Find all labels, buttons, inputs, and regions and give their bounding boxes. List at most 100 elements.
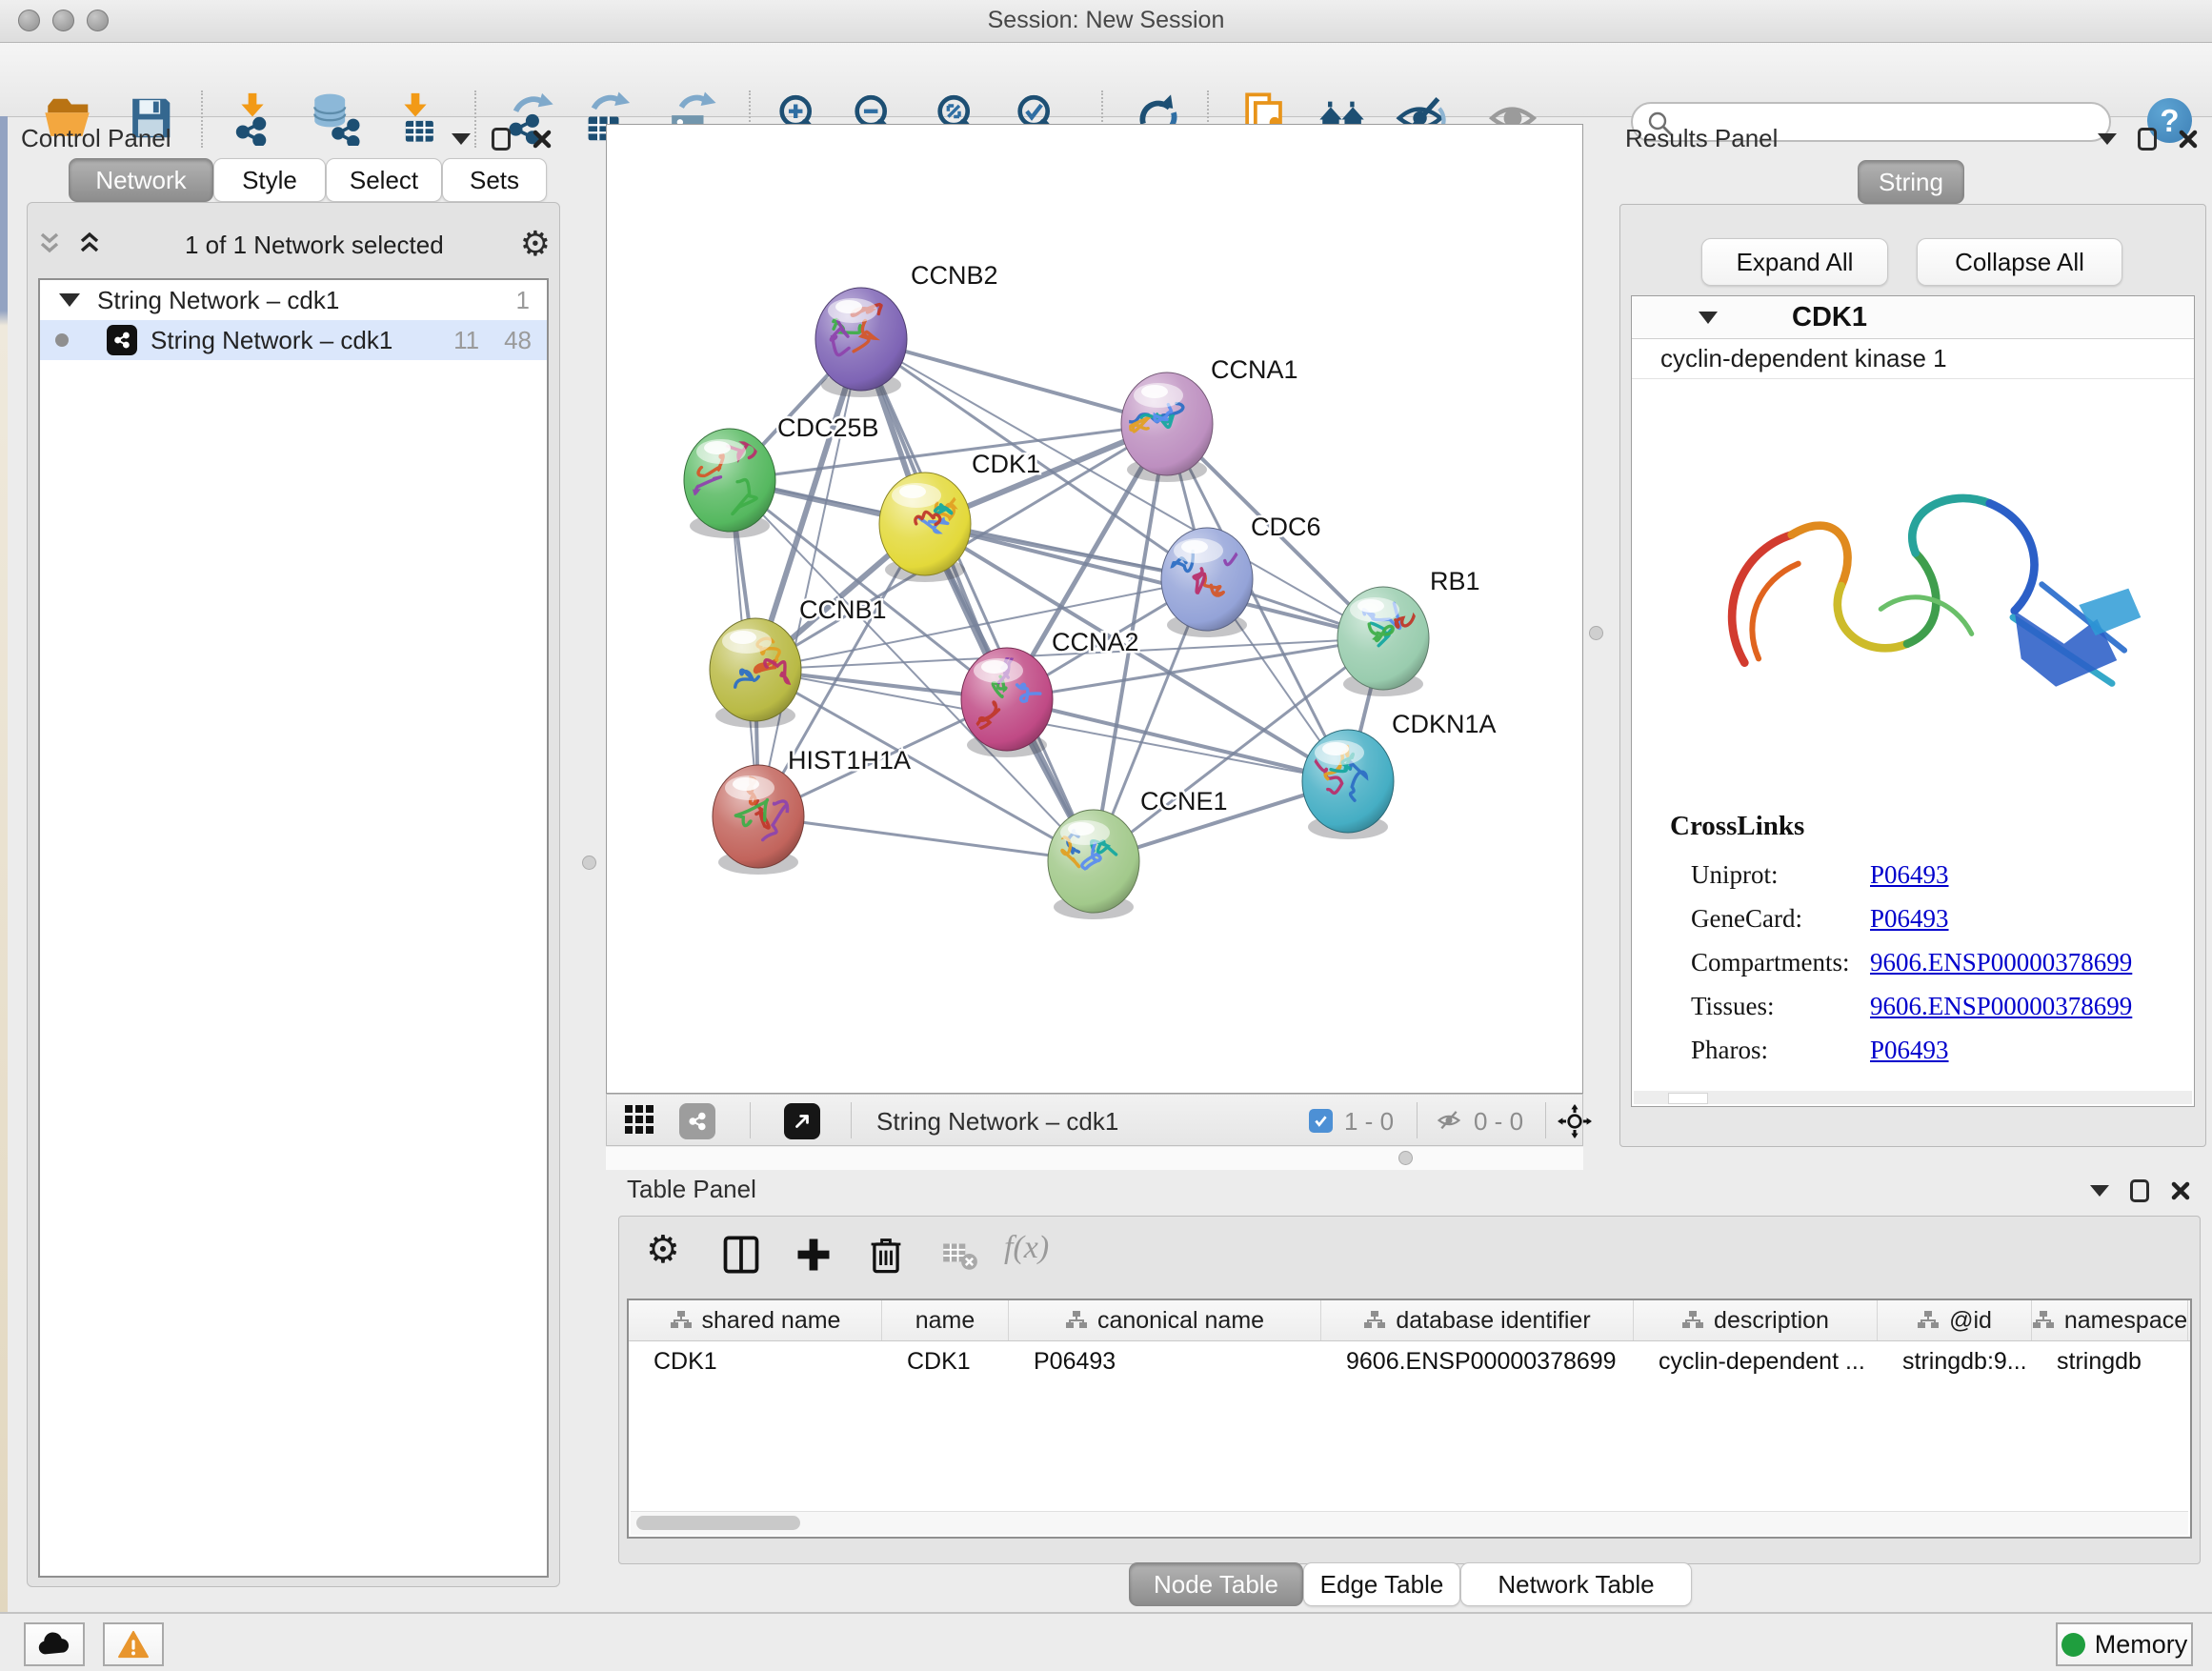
- network-node-ccna1[interactable]: [1121, 372, 1213, 482]
- separator: [750, 1102, 751, 1138]
- network-node-hist1h1a[interactable]: [713, 765, 804, 875]
- network-node-cdc25b[interactable]: [678, 429, 775, 538]
- column-header-namespace[interactable]: namespace: [2032, 1300, 2188, 1340]
- results-panel: Results Panel String Expand All Collapse…: [1608, 116, 2212, 1151]
- collapse-all-button[interactable]: Collapse All: [1917, 238, 2122, 286]
- cloud-button[interactable]: [24, 1622, 85, 1666]
- crosslink-link[interactable]: 9606.ENSP00000378699: [1870, 992, 2132, 1021]
- birds-eye-view-icon[interactable]: [623, 1103, 655, 1136]
- network-node-cdc6[interactable]: [1161, 528, 1258, 637]
- network-node-ccnb2[interactable]: [815, 288, 907, 397]
- network-edge[interactable]: [758, 816, 1094, 861]
- crosslink-link[interactable]: P06493: [1870, 1036, 1949, 1065]
- network-node-rb1[interactable]: [1337, 587, 1429, 696]
- network-view[interactable]: CCNB2CCNA1CDC25BCDK1CDC6RB1CCNB1CCNA2CDK…: [606, 124, 1583, 1094]
- horizontal-splitter[interactable]: [606, 1147, 1583, 1170]
- tab-string[interactable]: String: [1858, 160, 1964, 204]
- close-panel-icon[interactable]: [2170, 1180, 2191, 1201]
- table-header-row: shared namenamecanonical namedatabase id…: [629, 1300, 2190, 1341]
- bottom-splitter-handle[interactable]: [1398, 1151, 1413, 1165]
- result-gene-name: CDK1: [1792, 302, 1867, 333]
- network-collection-row[interactable]: String Network – cdk1 1: [40, 280, 547, 320]
- crosslink-row: Tissues:9606.ENSP00000378699: [1691, 984, 2175, 1028]
- panel-menu-icon[interactable]: [2098, 133, 2117, 145]
- table-panel: Table Panel ⚙ f(x) shared namenamecanoni…: [606, 1170, 2212, 1612]
- network-node-cdkn1a[interactable]: [1302, 730, 1394, 839]
- column-header-description[interactable]: description: [1634, 1300, 1878, 1340]
- close-panel-icon[interactable]: [532, 129, 553, 150]
- network-row-selected[interactable]: String Network – cdk1 11 48: [40, 320, 547, 360]
- table-cell: P06493: [1009, 1341, 1321, 1381]
- application-window: Session: New Session: [0, 0, 2212, 1671]
- network-options-gear-icon[interactable]: ⚙: [520, 226, 551, 264]
- crosslink-link[interactable]: P06493: [1870, 860, 1949, 890]
- main-toolbar: ?: [0, 43, 2212, 117]
- collapse-all-chevron-icon[interactable]: [36, 231, 69, 259]
- expand-all-button[interactable]: Expand All: [1701, 238, 1888, 286]
- tab-sets[interactable]: Sets: [442, 158, 547, 202]
- fit-content-crosshair-icon[interactable]: [1558, 1104, 1592, 1138]
- control-panel-title: Control Panel: [21, 124, 171, 153]
- table-horizontal-scrollbar[interactable]: [631, 1511, 2188, 1535]
- function-builder-icon-disabled: f(x): [1004, 1230, 1048, 1274]
- delete-column-icon[interactable]: [865, 1234, 909, 1278]
- tab-network[interactable]: Network: [69, 158, 213, 202]
- close-panel-icon[interactable]: [2178, 129, 2199, 150]
- network-node-ccna2[interactable]: [961, 648, 1053, 757]
- network-edge[interactable]: [758, 339, 861, 816]
- column-header-database-identifier[interactable]: database identifier: [1321, 1300, 1634, 1340]
- shared-column-icon: [1363, 1310, 1386, 1331]
- network-tree: String Network – cdk1 1 String Network –…: [38, 278, 549, 1578]
- table-row[interactable]: CDK1CDK1P064939606.ENSP00000378699cyclin…: [629, 1341, 2190, 1381]
- tab-edge-table[interactable]: Edge Table: [1303, 1562, 1460, 1606]
- create-column-icon[interactable]: [793, 1234, 836, 1278]
- network-selection-status: 1 of 1 Network selected: [109, 231, 520, 260]
- right-splitter-handle[interactable]: [1589, 626, 1603, 640]
- crosslink-row: Compartments:9606.ENSP00000378699: [1691, 940, 2175, 984]
- results-scrollbar[interactable]: [1634, 1091, 2192, 1104]
- column-header-name[interactable]: name: [882, 1300, 1009, 1340]
- warning-icon: [117, 1630, 150, 1659]
- show-columns-icon[interactable]: [720, 1234, 764, 1278]
- tab-style[interactable]: Style: [213, 158, 326, 202]
- float-panel-icon[interactable]: [2138, 128, 2157, 151]
- float-panel-icon[interactable]: [2130, 1179, 2149, 1202]
- table-options-gear-icon[interactable]: ⚙: [646, 1228, 690, 1272]
- network-node-ccnb1[interactable]: [710, 618, 801, 728]
- control-panel: Control Panel Network Style Select Sets …: [8, 116, 570, 1612]
- column-header--id[interactable]: @id: [1878, 1300, 2032, 1340]
- collection-expander-icon[interactable]: [59, 293, 80, 307]
- warnings-button[interactable]: [103, 1622, 164, 1666]
- node-label: CCNB2: [911, 261, 998, 290]
- float-panel-icon[interactable]: [492, 128, 511, 151]
- network-edge[interactable]: [861, 339, 1094, 861]
- result-header-row[interactable]: CDK1: [1632, 296, 2194, 339]
- selected-checkbox-icon[interactable]: [1309, 1109, 1333, 1133]
- tab-node-table[interactable]: Node Table: [1129, 1562, 1303, 1606]
- table-cell: stringdb: [2032, 1341, 2188, 1381]
- column-header-shared-name[interactable]: shared name: [629, 1300, 882, 1340]
- open-in-window-icon[interactable]: [784, 1103, 820, 1139]
- crosslink-link[interactable]: P06493: [1870, 904, 1949, 934]
- network-edge[interactable]: [1007, 699, 1348, 781]
- crosslink-label: Pharos:: [1691, 1036, 1870, 1065]
- shared-column-icon: [1681, 1310, 1704, 1331]
- tab-network-table[interactable]: Network Table: [1460, 1562, 1692, 1606]
- column-header-canonical-name[interactable]: canonical name: [1009, 1300, 1321, 1340]
- node-label: HIST1H1A: [788, 746, 911, 775]
- tab-select[interactable]: Select: [326, 158, 442, 202]
- window-title: Session: New Session: [0, 7, 2212, 34]
- panel-menu-icon[interactable]: [452, 133, 471, 145]
- crosslink-link[interactable]: 9606.ENSP00000378699: [1870, 948, 2132, 977]
- memory-button[interactable]: Memory: [2056, 1622, 2193, 1666]
- result-expander-icon[interactable]: [1699, 312, 1718, 324]
- network-node-ccne1[interactable]: [1048, 810, 1139, 919]
- result-description: cyclin-dependent kinase 1: [1660, 344, 1947, 373]
- expand-all-chevron-icon[interactable]: [76, 231, 109, 259]
- network-overview-icon[interactable]: [679, 1103, 715, 1139]
- panel-menu-icon[interactable]: [2090, 1185, 2109, 1197]
- network-edge[interactable]: [861, 339, 1167, 424]
- network-node-cdk1[interactable]: [879, 473, 971, 582]
- left-splitter-handle[interactable]: [582, 856, 596, 870]
- crosslink-row: GeneCard:P06493: [1691, 896, 2175, 940]
